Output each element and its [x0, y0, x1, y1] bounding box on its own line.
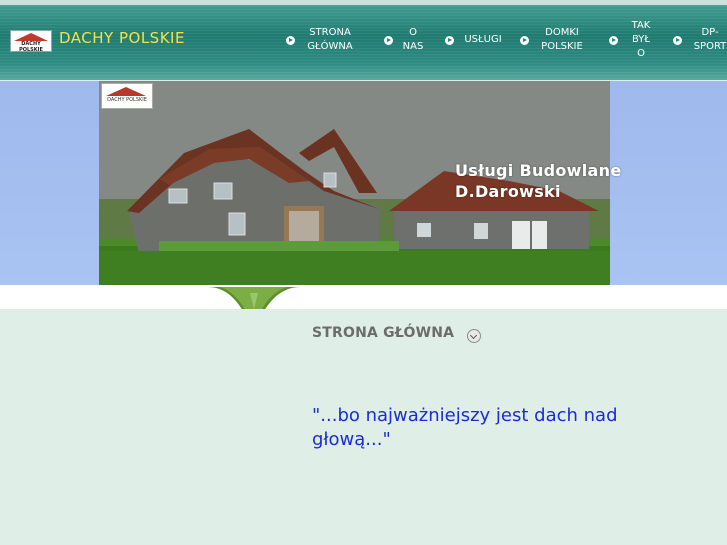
banner-title: Usługi Budowlane D.Darowski [455, 160, 622, 202]
header: DACHY POLSKIE DACHY POLSKIE STRONA GŁÓWN… [0, 0, 727, 80]
photo-logo: DACHY POLSKIE [101, 83, 153, 109]
site-logo[interactable]: DACHY POLSKIE [10, 30, 52, 53]
nav-label: TAK BYŁ O [631, 20, 651, 59]
arrow-right-icon [609, 35, 618, 45]
nav-item-tak-bylo[interactable]: TAK BYŁ O [609, 19, 656, 61]
nav-label: STRONA GŁÓWNA [307, 27, 353, 52]
header-top-strip [0, 0, 727, 5]
nav-item-strona-glowna[interactable]: STRONA GŁÓWNA [286, 26, 357, 54]
nav-label: USŁUGI [464, 34, 502, 45]
nav-item-o-nas[interactable]: O NAS [384, 26, 425, 54]
arrow-right-icon [445, 35, 454, 45]
arrow-right-icon [384, 35, 393, 45]
nav-label: DP- SPORT [693, 27, 727, 52]
roof-icon [106, 87, 146, 96]
nav-item-uslugi[interactable]: USŁUGI [445, 33, 504, 47]
chevron-down-icon[interactable] [467, 329, 481, 343]
roof-icon [14, 33, 48, 41]
nav-label: DOMKI POLSKIE [541, 27, 583, 52]
white-band [0, 285, 727, 309]
nav-item-domki-polskie[interactable]: DOMKI POLSKIE [520, 26, 587, 54]
section-title: STRONA GŁÓWNA [312, 325, 455, 341]
nav-label: O NAS [402, 27, 424, 52]
photo-logo-text: DACHY POLSKIE [107, 97, 147, 103]
logo-text: DACHY POLSKIE [19, 41, 43, 53]
quote-text: "...bo najważniejszy jest dach nad głową… [312, 405, 618, 450]
arrow-right-icon [520, 35, 529, 45]
banner-title-line1: Usługi Budowlane [455, 161, 622, 180]
site-title[interactable]: DACHY POLSKIE [59, 29, 185, 47]
nav-item-dp-sport[interactable]: DP- SPORT [673, 26, 727, 54]
arrow-right-icon [673, 35, 682, 45]
banner-title-line2: D.Darowski [455, 182, 561, 201]
arrow-right-icon [286, 35, 295, 45]
